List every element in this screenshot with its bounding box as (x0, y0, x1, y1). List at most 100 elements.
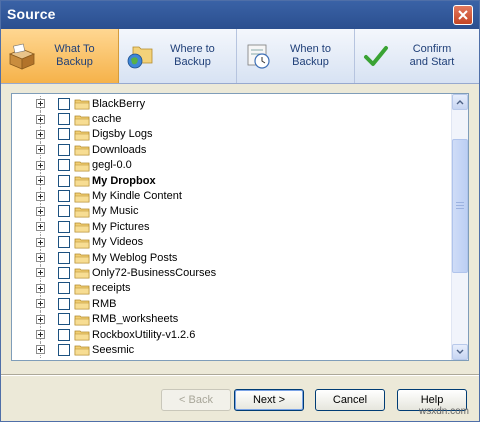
folder-icon (74, 328, 90, 341)
folder-icon (74, 174, 90, 187)
tab-label: What To Backup (54, 43, 95, 68)
expand-icon[interactable] (36, 114, 45, 124)
folder-checkbox[interactable] (58, 190, 70, 203)
expand-icon[interactable] (36, 253, 45, 263)
folder-label: My Videos (92, 236, 144, 249)
expand-icon[interactable] (36, 160, 45, 170)
tree-row[interactable]: Seesmic (12, 342, 452, 358)
tree-row[interactable]: RockboxUtility-v1.2.6 (12, 326, 452, 343)
tree-row[interactable]: RMB (12, 296, 452, 312)
tree-row[interactable]: cache (12, 111, 452, 127)
folder-icon (74, 190, 90, 203)
back-label: < Back (179, 394, 213, 406)
folder-label: RockboxUtility-v1.2.6 (92, 328, 196, 341)
chevron-down-icon (456, 349, 464, 354)
tree-row[interactable]: Only72-BusinessCourses (12, 265, 452, 281)
expand-icon[interactable] (36, 299, 45, 309)
globe-folder-icon (127, 46, 153, 69)
folder-checkbox[interactable] (58, 313, 70, 326)
cancel-label: Cancel (332, 394, 368, 406)
help-label: Help (420, 394, 444, 406)
folder-checkbox[interactable] (58, 236, 70, 249)
folder-label: Only72-BusinessCourses (92, 266, 217, 279)
back-button[interactable]: < Back (161, 389, 231, 411)
folder-label: RMB (92, 297, 117, 310)
tree-row[interactable]: My Weblog Posts (12, 249, 452, 266)
expand-icon[interactable] (36, 268, 45, 278)
folder-checkbox[interactable] (58, 343, 70, 356)
folder-label: RMB_worksheets (92, 313, 179, 326)
grip-icon (456, 202, 464, 210)
folder-label: receipts (92, 282, 131, 295)
tree-row[interactable]: My Music (12, 203, 452, 220)
folder-checkbox[interactable] (58, 159, 70, 172)
watermark: wsxdn.com (418, 406, 469, 417)
tree-row[interactable]: Downloads (12, 142, 452, 158)
close-icon (458, 10, 468, 20)
folder-checkbox[interactable] (58, 174, 70, 187)
tab-label: Where to Backup (170, 43, 215, 68)
tree-row[interactable]: My Kindle Content (12, 188, 452, 204)
expand-icon[interactable] (36, 145, 45, 155)
folder-checkbox[interactable] (58, 113, 70, 126)
folder-checkbox[interactable] (58, 251, 70, 264)
expand-icon[interactable] (36, 283, 45, 293)
expand-icon[interactable] (36, 129, 45, 139)
folder-checkbox[interactable] (58, 328, 70, 341)
folder-checkbox[interactable] (58, 297, 70, 310)
window-title: Source (7, 6, 56, 22)
vertical-scrollbar[interactable] (451, 94, 468, 360)
folder-icon (74, 143, 90, 156)
expand-icon[interactable] (36, 206, 45, 216)
tree-row[interactable]: My Pictures (12, 219, 452, 235)
tree-row[interactable]: My Videos (12, 234, 452, 250)
folder-label: Downloads (92, 143, 147, 156)
folder-label: gegl-0.0 (92, 159, 132, 172)
folder-checkbox[interactable] (58, 205, 70, 218)
chevron-up-icon (456, 100, 464, 105)
expand-icon[interactable] (36, 222, 45, 232)
folder-label: Digsby Logs (92, 128, 153, 141)
folder-label: BlackBerry (92, 97, 146, 110)
folder-checkbox[interactable] (58, 266, 70, 279)
folder-label: My Weblog Posts (92, 251, 178, 264)
folder-checkbox[interactable] (58, 97, 70, 110)
folder-checkbox[interactable] (58, 220, 70, 233)
tree-row[interactable]: RMB_worksheets (12, 311, 452, 327)
separator (1, 374, 479, 376)
folder-checkbox[interactable] (58, 282, 70, 295)
folder-icon (74, 266, 90, 279)
tab-confirm-and-start[interactable]: Confirm and Start (355, 29, 479, 83)
close-button[interactable] (453, 5, 473, 25)
expand-icon[interactable] (36, 191, 45, 201)
expand-icon[interactable] (36, 345, 45, 355)
scroll-thumb[interactable] (452, 139, 468, 273)
tree-row[interactable]: BlackBerry (12, 96, 452, 112)
tab-when-to-backup[interactable]: When to Backup (237, 29, 355, 83)
tree-row[interactable]: gegl-0.0 (12, 157, 452, 173)
scroll-up-button[interactable] (452, 94, 468, 110)
expand-icon[interactable] (36, 314, 45, 324)
folder-icon (74, 236, 90, 249)
tree-row[interactable]: My Dropbox (12, 172, 452, 189)
expand-icon[interactable] (36, 330, 45, 340)
folder-checkbox[interactable] (58, 143, 70, 156)
folder-checkbox[interactable] (58, 128, 70, 141)
folder-icon (74, 220, 90, 233)
scroll-down-button[interactable] (452, 344, 468, 360)
folder-icon (74, 343, 90, 356)
expand-icon[interactable] (36, 99, 45, 109)
tree-row[interactable]: Digsby Logs (12, 126, 452, 143)
source-dialog: Source What To Backup Where to Backup Wh… (0, 0, 480, 422)
tab-where-to-backup[interactable]: Where to Backup (119, 29, 237, 83)
folder-label: My Music (92, 205, 139, 218)
title-bar[interactable]: Source (1, 1, 479, 29)
expand-icon[interactable] (36, 237, 45, 247)
checkmark-icon (364, 46, 388, 66)
expand-icon[interactable] (36, 176, 45, 186)
tree-row[interactable]: receipts (12, 280, 452, 297)
cancel-button[interactable]: Cancel (315, 389, 385, 411)
folder-tree-panel[interactable]: BlackBerry cache Digsby Logs Downloads gegl-… (11, 93, 469, 361)
tab-what-to-backup[interactable]: What To Backup (1, 29, 119, 83)
next-button[interactable]: Next > (234, 389, 304, 411)
